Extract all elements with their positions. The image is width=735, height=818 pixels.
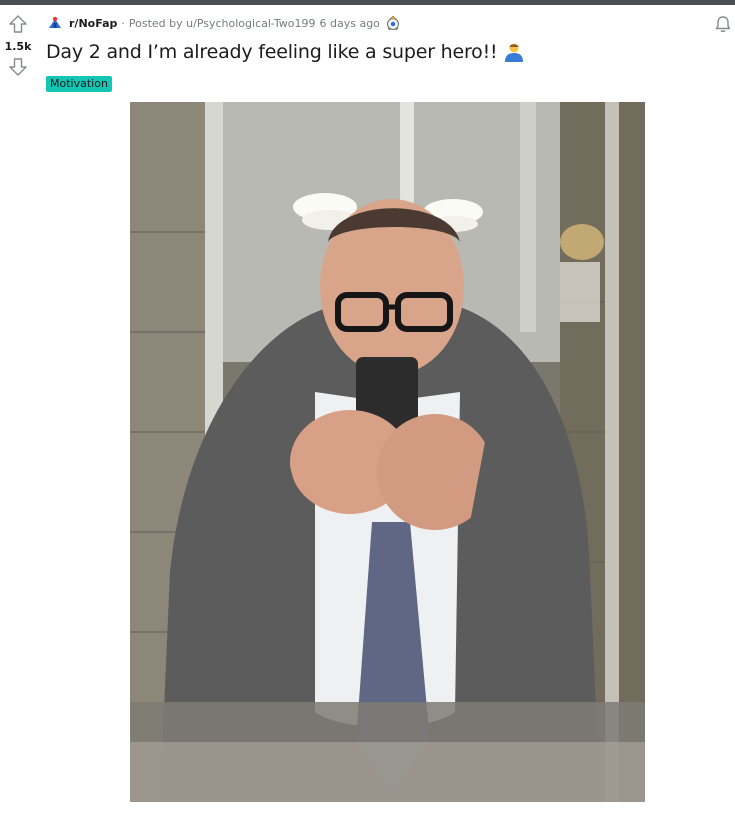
- award-icon[interactable]: [385, 15, 401, 31]
- post-meta: r/NoFap · Posted by u/Psychological-Two1…: [46, 14, 401, 32]
- post-title-text: Day 2 and I’m already feeling like a sup…: [46, 41, 498, 63]
- vote-score: 1.5k: [4, 40, 32, 53]
- downvote-button[interactable]: [6, 55, 30, 79]
- subreddit-avatar-icon[interactable]: [46, 14, 64, 32]
- post-title[interactable]: Day 2 and I’m already feeling like a sup…: [46, 41, 525, 63]
- subreddit-link[interactable]: r/NoFap: [69, 17, 117, 30]
- top-bar: [0, 0, 735, 5]
- upvote-button[interactable]: [6, 12, 30, 36]
- person-emoji-icon: [505, 43, 524, 62]
- notification-bell-button[interactable]: [711, 12, 735, 36]
- posted-by-label: Posted by: [128, 16, 183, 30]
- arrow-down-icon: [9, 58, 27, 76]
- mirror-selfie-illustration: [130, 102, 645, 802]
- post-timestamp[interactable]: 6 days ago: [320, 17, 380, 30]
- post-image[interactable]: [130, 102, 645, 802]
- author-link[interactable]: u/Psychological-Two199: [186, 17, 315, 30]
- post-flair[interactable]: Motivation: [46, 76, 112, 92]
- vote-column: 1.5k: [0, 12, 36, 79]
- arrow-up-icon: [9, 15, 27, 33]
- meta-separator: ·: [121, 16, 125, 30]
- bell-icon: [715, 16, 731, 33]
